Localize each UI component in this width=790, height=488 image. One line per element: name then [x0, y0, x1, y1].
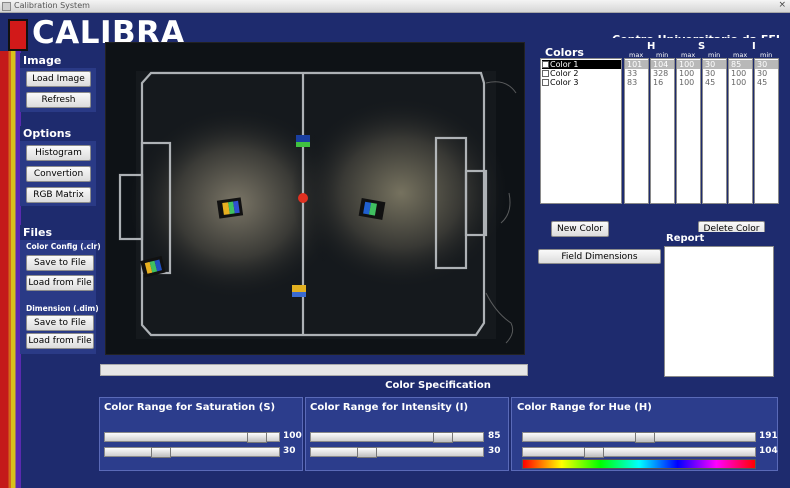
field-dimensions-button[interactable]: Field Dimensions: [538, 249, 661, 264]
color-row-2[interactable]: Color 2: [542, 69, 621, 78]
cell-2-s-max: 100: [679, 69, 695, 78]
cell-1-i-min: 30: [755, 60, 778, 69]
saturation-max-thumb[interactable]: [247, 432, 267, 443]
logo-square: [8, 19, 28, 51]
rgb-matrix-button[interactable]: RGB Matrix: [26, 187, 91, 203]
cell-2-i-min: 30: [757, 69, 768, 78]
intensity-max-slider[interactable]: [310, 432, 484, 443]
cell-1-s-min: 30: [703, 60, 726, 69]
color-save-button[interactable]: Save to File: [26, 255, 94, 271]
color-3-checkbox[interactable]: [542, 79, 549, 86]
hue-min-thumb[interactable]: [584, 447, 604, 458]
saturation-max-value: 100: [283, 431, 302, 441]
refresh-button[interactable]: Refresh: [26, 92, 91, 108]
intensity-max-thumb[interactable]: [433, 432, 453, 443]
cell-3-h-max: 83: [627, 78, 638, 87]
intensity-max-value: 85: [488, 431, 501, 441]
h-min-column[interactable]: 104 328 16: [650, 58, 675, 204]
image-horizontal-scrollbar[interactable]: [100, 364, 528, 376]
report-output: [664, 246, 774, 377]
dim-load-button[interactable]: Load from File: [26, 333, 94, 349]
h-max-column[interactable]: 101 33 83: [624, 58, 649, 204]
load-image-button[interactable]: Load Image: [26, 71, 91, 87]
hue-range-title: Color Range for Hue (H): [517, 402, 652, 413]
field-image: [106, 43, 524, 354]
image-panel-title: Image: [20, 53, 96, 68]
cell-3-i-min: 45: [757, 78, 768, 87]
close-icon[interactable]: ×: [778, 0, 786, 10]
saturation-min-slider[interactable]: [104, 447, 280, 458]
color-row-3[interactable]: Color 3: [542, 78, 621, 87]
dim-save-button[interactable]: Save to File: [26, 315, 94, 331]
hue-min-value: 104: [759, 446, 778, 456]
s-header: S: [698, 41, 706, 52]
cell-3-i-max: 100: [731, 78, 747, 87]
cell-1-i-max: 85: [729, 60, 752, 69]
color-name-list[interactable]: Color 1 Color 2 Color 3: [540, 58, 622, 204]
hue-max-thumb[interactable]: [635, 432, 655, 443]
hue-max-slider[interactable]: [522, 432, 756, 443]
intensity-min-thumb[interactable]: [357, 447, 377, 458]
intensity-min-slider[interactable]: [310, 447, 484, 458]
window-titlebar: Calibration System ×: [0, 0, 790, 13]
hue-min-slider[interactable]: [522, 447, 756, 458]
color-2-checkbox[interactable]: [542, 70, 549, 77]
window-title: Calibration System: [14, 1, 90, 10]
cell-3-s-max: 100: [679, 78, 695, 87]
i-min-column[interactable]: 30 30 45: [754, 58, 779, 204]
report-title: Report: [663, 232, 775, 246]
cell-3-s-min: 45: [705, 78, 716, 87]
saturation-min-thumb[interactable]: [151, 447, 171, 458]
dimension-label: Dimension (.dim): [26, 304, 99, 313]
cell-1-s-max: 100: [677, 60, 700, 69]
i-header: I: [752, 41, 756, 52]
i-max-column[interactable]: 85 100 100: [728, 58, 753, 204]
cell-2-s-min: 30: [705, 69, 716, 78]
color-config-label: Color Config (.clr): [26, 242, 101, 251]
color-specification-title: Color Specification: [385, 380, 491, 391]
hue-spectrum-bar: [522, 459, 756, 469]
saturation-max-slider[interactable]: [104, 432, 280, 443]
intensity-range-title: Color Range for Intensity (I): [310, 402, 469, 413]
convertion-button[interactable]: Convertion: [26, 166, 91, 182]
saturation-min-value: 30: [283, 446, 296, 456]
options-panel-title: Options: [20, 126, 96, 141]
cell-2-h-min: 328: [653, 69, 669, 78]
h-header: H: [647, 41, 656, 52]
new-color-button[interactable]: New Color: [551, 221, 609, 237]
saturation-range-title: Color Range for Saturation (S): [104, 402, 276, 413]
color-load-button[interactable]: Load from File: [26, 275, 94, 291]
s-max-column[interactable]: 100 100 100: [676, 58, 701, 204]
intensity-min-value: 30: [488, 446, 501, 456]
app-icon: [2, 2, 11, 11]
files-panel-title: Files: [20, 225, 96, 240]
cell-1-h-max: 101: [625, 60, 648, 69]
camera-image[interactable]: [105, 42, 525, 355]
cell-2-i-max: 100: [731, 69, 747, 78]
cell-2-h-max: 33: [627, 69, 638, 78]
color-1-checkbox[interactable]: [542, 61, 549, 68]
histogram-button[interactable]: Histogram: [26, 145, 91, 161]
hue-max-value: 191: [759, 431, 778, 441]
cell-1-h-min: 104: [651, 60, 674, 69]
s-min-column[interactable]: 30 30 45: [702, 58, 727, 204]
cell-3-h-min: 16: [653, 78, 664, 87]
color-row-1[interactable]: Color 1: [542, 60, 621, 69]
